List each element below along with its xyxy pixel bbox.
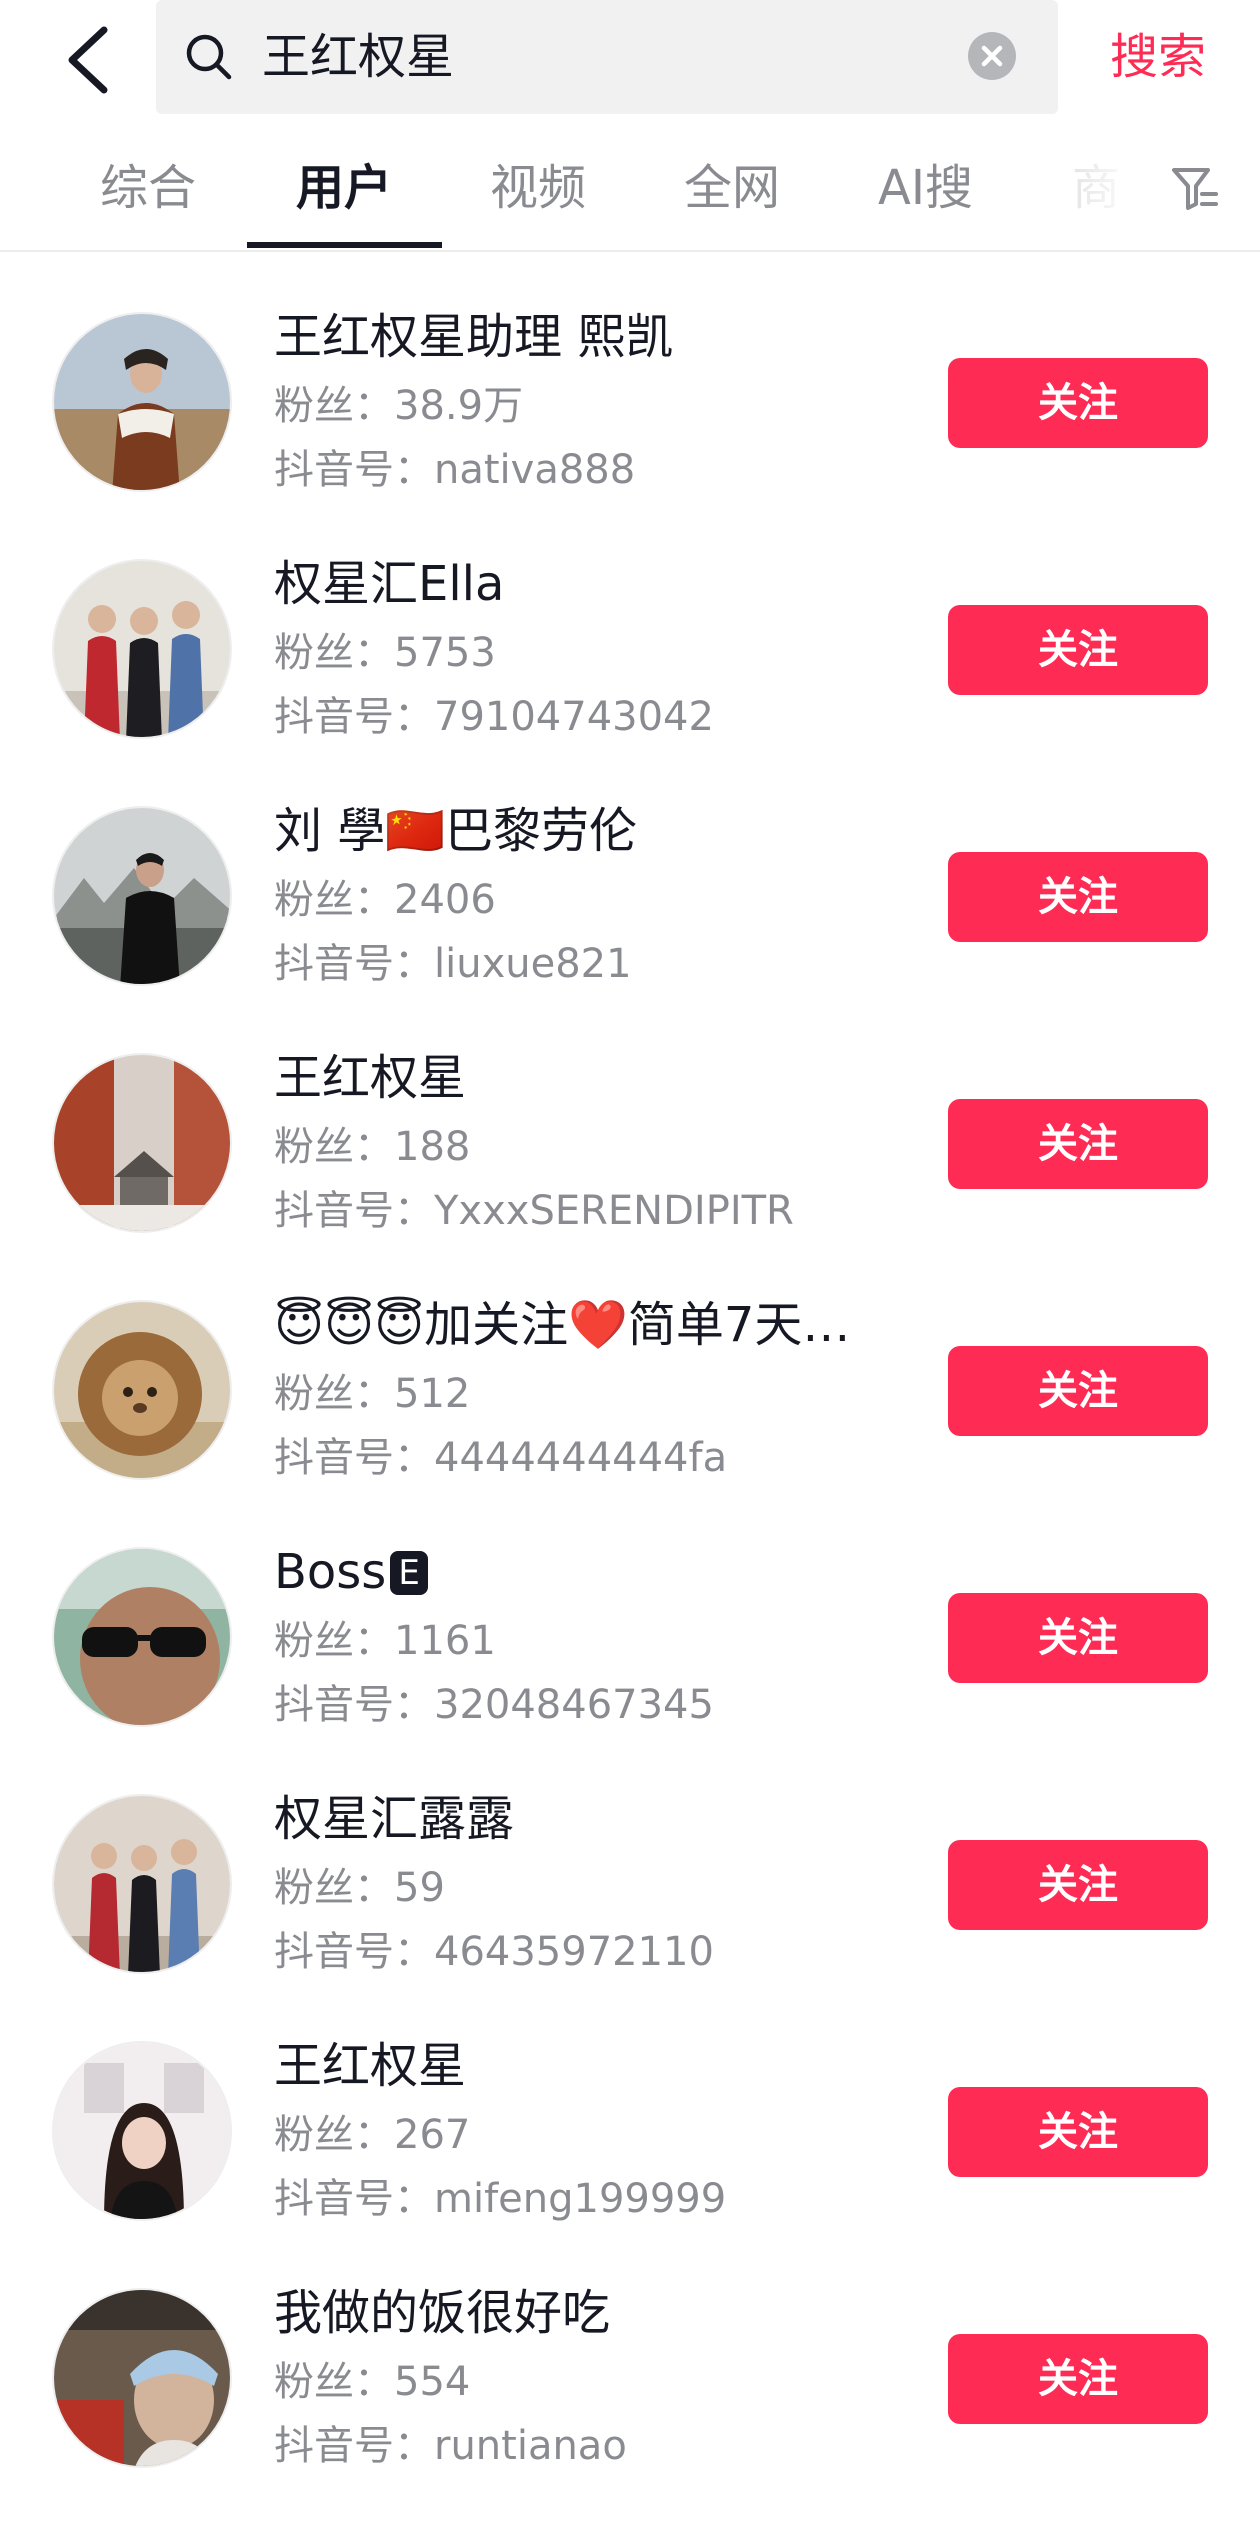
douyin-id: 抖音号：YxxxSERENDIPITR (274, 1188, 794, 1234)
avatar[interactable] (52, 2288, 232, 2468)
list-item[interactable]: 王红权星助理 熙凯 粉丝：38.9万 抖音号：nativa888 关注 (0, 254, 1260, 501)
tab-users[interactable]: 用户 (296, 156, 392, 220)
tab-ai-search[interactable]: AI搜 (878, 156, 973, 220)
tab-comprehensive[interactable]: 综合 (100, 156, 196, 220)
follow-button[interactable]: 关注 (948, 852, 1208, 942)
douyin-id: 抖音号：liuxue821 (274, 941, 632, 987)
fans-count: 粉丝：554 (274, 2359, 471, 2405)
avatar[interactable] (52, 1547, 232, 1727)
user-nickname: 😇😇😇加关注❤️简单7天… (274, 1297, 851, 1353)
fans-count: 粉丝：188 (274, 1124, 471, 1170)
list-item[interactable]: 权星汇Ella 粉丝：5753 抖音号：79104743042 关注 (0, 501, 1260, 748)
chevron-left-icon (68, 26, 108, 94)
tab-whole-web[interactable]: 全网 (684, 156, 780, 220)
avatar[interactable] (52, 1794, 232, 1974)
user-nickname: 刘 學🇨🇳巴黎劳伦 (274, 803, 638, 859)
filter-icon[interactable] (1168, 162, 1222, 216)
list-item[interactable]: 我做的饭很好吃 粉丝：554 抖音号：runtianao 关注 (0, 2230, 1260, 2477)
fans-count: 粉丝：1161 (274, 1618, 496, 1664)
search-tabs: 综合 用户 视频 全网 AI搜 商 (0, 126, 1260, 252)
user-nickname: 王红权星助理 熙凯 (274, 309, 674, 365)
avatar[interactable] (52, 312, 232, 492)
fans-count: 粉丝：38.9万 (274, 383, 524, 429)
search-query[interactable]: 王红权星 (262, 26, 454, 88)
douyin-id: 抖音号：nativa888 (274, 447, 636, 493)
list-item[interactable]: 刘 學🇨🇳巴黎劳伦 粉丝：2406 抖音号：liuxue821 关注 (0, 748, 1260, 995)
list-item[interactable]: 权星汇露露 粉丝：59 抖音号：46435972110 关注 (0, 1736, 1260, 1983)
douyin-id: 抖音号：mifeng199999 (274, 2176, 727, 2222)
fans-count: 粉丝：59 (274, 1865, 445, 1911)
follow-button[interactable]: 关注 (948, 2334, 1208, 2424)
douyin-id: 抖音号：32048467345 (274, 1682, 714, 1728)
user-nickname: 王红权星 (274, 1050, 467, 1106)
douyin-id: 抖音号：runtianao (274, 2423, 627, 2469)
douyin-id: 抖音号：79104743042 (274, 694, 714, 740)
close-icon (981, 45, 1003, 67)
follow-button[interactable]: 关注 (948, 1346, 1208, 1436)
avatar[interactable] (52, 2041, 232, 2221)
clear-search-button[interactable] (968, 32, 1016, 80)
follow-button[interactable]: 关注 (948, 605, 1208, 695)
follow-button[interactable]: 关注 (948, 1840, 1208, 1930)
user-nickname: 王红权星 (274, 2038, 467, 2094)
active-tab-indicator (247, 242, 442, 248)
avatar[interactable] (52, 806, 232, 986)
user-badge: E (390, 1551, 428, 1595)
douyin-id: 抖音号：46435972110 (274, 1929, 714, 1975)
douyin-id: 抖音号：4444444444fa (274, 1435, 728, 1481)
list-item[interactable]: 😇😇😇加关注❤️简单7天… 粉丝：512 抖音号：4444444444fa 关注 (0, 1242, 1260, 1489)
tab-videos[interactable]: 视频 (490, 156, 586, 220)
user-nickname: 我做的饭很好吃 (274, 2285, 611, 2341)
list-item[interactable]: 王红权星 粉丝：267 抖音号：mifeng199999 关注 (0, 1983, 1260, 2230)
list-item[interactable]: Boss E 粉丝：1161 抖音号：32048467345 关注 (0, 1489, 1260, 1736)
search-submit-button[interactable]: 搜索 (1110, 26, 1206, 88)
fans-count: 粉丝：2406 (274, 877, 496, 923)
follow-button[interactable]: 关注 (948, 1099, 1208, 1189)
fans-count: 粉丝：267 (274, 2112, 471, 2158)
list-item[interactable]: 王红权星 粉丝：188 抖音号：YxxxSERENDIPITR 关注 (0, 995, 1260, 1242)
back-button[interactable] (52, 20, 132, 100)
search-icon (186, 34, 232, 80)
avatar[interactable] (52, 1300, 232, 1480)
follow-button[interactable]: 关注 (948, 1593, 1208, 1683)
avatar[interactable] (52, 1053, 232, 1233)
tabs-fade-mask (1040, 146, 1140, 236)
search-input[interactable]: 王红权星 (156, 0, 1058, 114)
search-header: 王红权星 搜索 (0, 0, 1260, 126)
fans-count: 粉丝：512 (274, 1371, 471, 1417)
user-nickname: 权星汇露露 (274, 1791, 515, 1847)
follow-button[interactable]: 关注 (948, 2087, 1208, 2177)
user-nickname: 权星汇Ella (274, 556, 505, 612)
user-nickname: Boss E (274, 1541, 428, 1603)
follow-button[interactable]: 关注 (948, 358, 1208, 448)
fans-count: 粉丝：5753 (274, 630, 496, 676)
avatar[interactable] (52, 559, 232, 739)
